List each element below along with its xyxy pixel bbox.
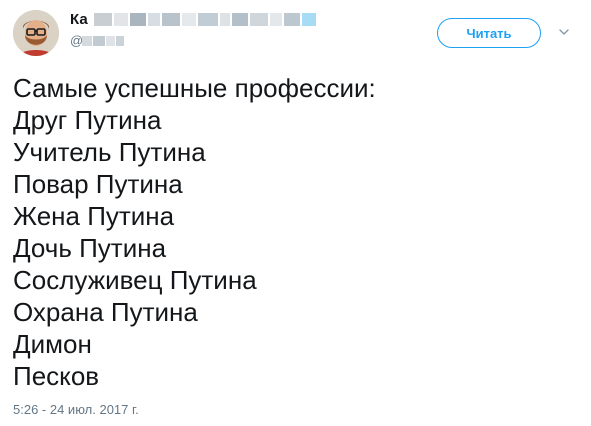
tweet-text-line: Охрана Путина — [13, 297, 198, 327]
tweet-text-line: Самые успешные профессии: — [13, 73, 376, 103]
tweet-text-line: Димон — [13, 329, 92, 359]
tweet-text: Самые успешные профессии: Друг Путина Уч… — [13, 72, 573, 392]
tweet-text-line: Повар Путина — [13, 169, 183, 199]
tweet-card: Ка @ Читать Самые успешные профессии: Др… — [0, 0, 591, 426]
handle-redacted — [82, 36, 124, 46]
avatar[interactable] — [13, 10, 59, 56]
display-name-redacted — [94, 13, 326, 26]
tweet-text-line: Песков — [13, 361, 100, 391]
tweet-text-line: Учитель Путина — [13, 137, 206, 167]
follow-button[interactable]: Читать — [437, 18, 541, 48]
avatar-image — [13, 10, 59, 56]
display-name[interactable]: Ка — [70, 11, 88, 29]
timestamp[interactable]: 5:26 - 24 июл. 2017 г. — [13, 402, 139, 418]
tweet-text-line: Жена Путина — [13, 201, 175, 231]
chevron-down-icon[interactable] — [558, 26, 570, 38]
tweet-text-line: Друг Путина — [13, 105, 162, 135]
tweet-text-line: Сослуживец Путина — [13, 265, 257, 295]
tweet-text-line: Дочь Путина — [13, 233, 167, 263]
